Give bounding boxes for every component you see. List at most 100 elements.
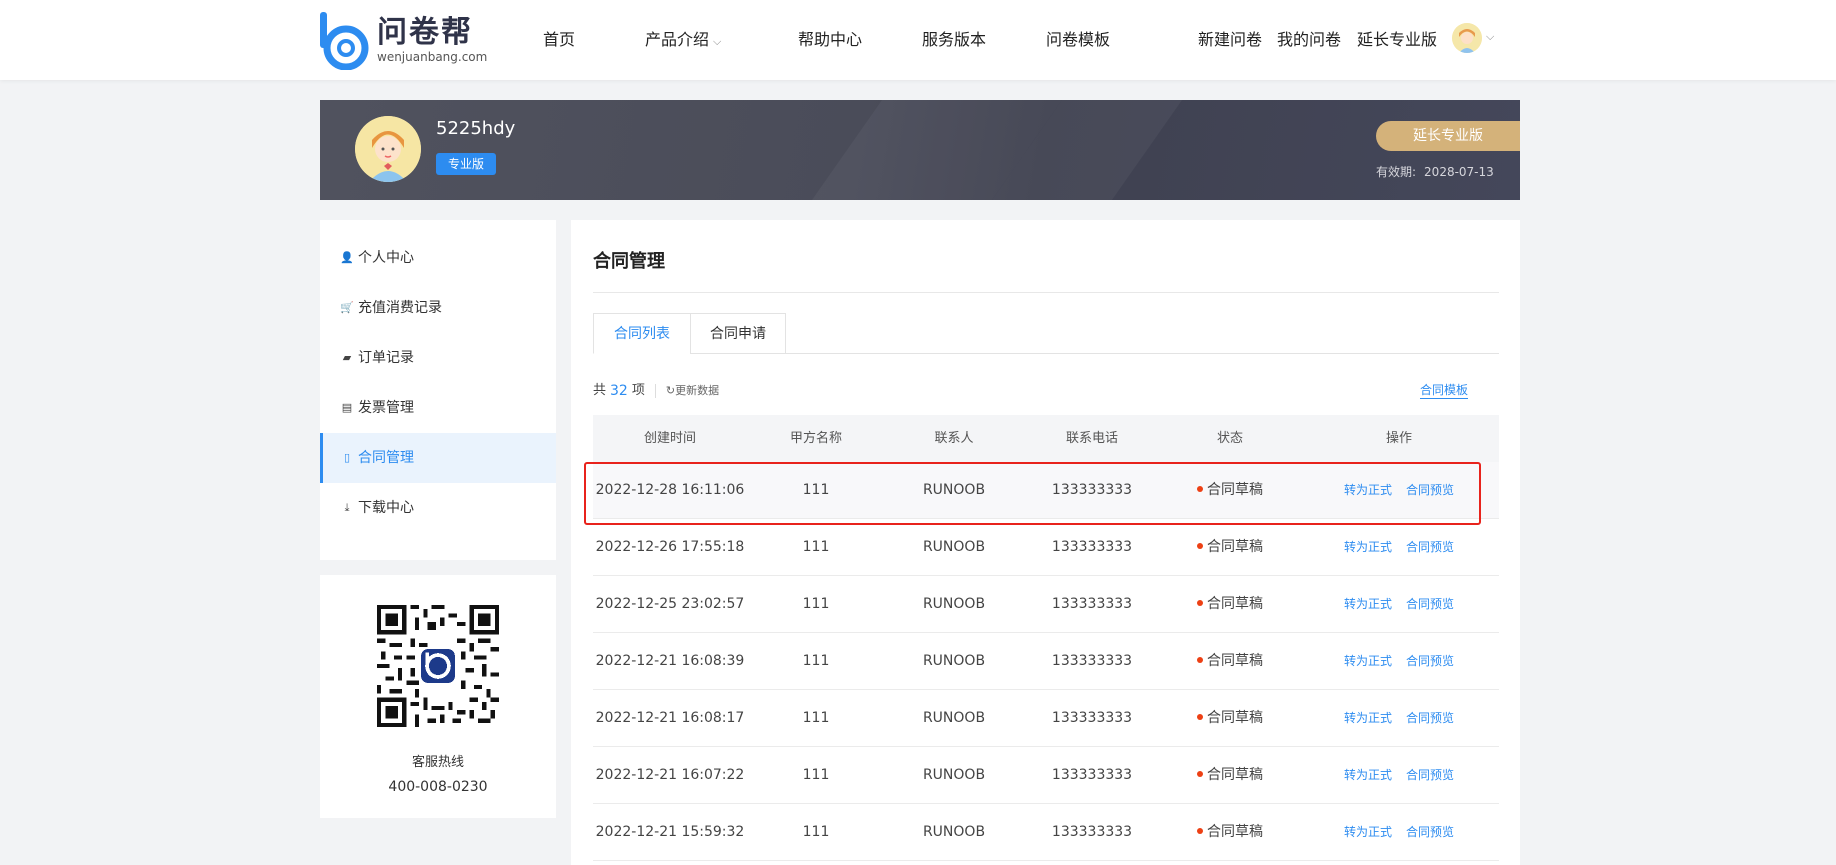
nav-versions[interactable]: 服务版本 [922,29,986,51]
contract-preview-link[interactable]: 合同预览 [1406,540,1454,554]
status-text: 合同草稿 [1207,539,1263,555]
refresh-icon: ↻ [665,384,676,397]
validity-label: 有效期: [1376,165,1417,179]
contract-preview-link[interactable]: 合同预览 [1406,483,1454,497]
chevron-down-icon: ⌵ [713,35,722,48]
convert-formal-link[interactable]: 转为正式 [1344,540,1392,554]
column-header: 创建时间 [643,431,696,446]
contract-preview-link[interactable]: 合同预览 [1406,768,1454,782]
cell-time: 2022-12-28 16:11:06 [595,482,745,498]
column-header: 状态 [1216,431,1243,446]
nav-templates[interactable]: 问卷模板 [1046,29,1110,51]
cell-phone: 133333333 [1051,710,1133,726]
sidebar-item-invoices[interactable]: ▤ 发票管理 [320,383,556,433]
validity-info: 有效期: 2028-07-13 [1376,164,1494,180]
table-row: 2022-12-21 16:08:17 111 RUNOOB 133333333 合同草… [593,690,1499,747]
tab-contract-list[interactable]: 合同列表 [593,313,691,354]
divider [593,292,1499,293]
table-row: 2022-12-21 16:08:39 111 RUNOOB 133333333 合同草… [593,633,1499,690]
pro-badge: 专业版 [436,153,496,175]
cell-phone: 133333333 [1051,539,1133,555]
user-icon: 👤 [340,251,354,264]
convert-formal-link[interactable]: 转为正式 [1344,711,1392,725]
cell-status: 合同草稿 [1161,633,1299,690]
table-toolbar: 共 32 项 ↻更新数据 [593,382,719,400]
column-header: 甲方名称 [789,431,842,446]
user-avatar[interactable] [1452,23,1482,53]
page-title: 合同管理 [593,251,665,272]
brand-name: 问卷帮 [377,15,473,50]
nav-home[interactable]: 首页 [543,29,575,51]
contract-preview-link[interactable]: 合同预览 [1406,711,1454,725]
cell-actions: 转为正式 合同预览 [1299,747,1499,804]
convert-formal-link[interactable]: 转为正式 [1344,597,1392,611]
refresh-button[interactable]: ↻更新数据 [666,382,719,400]
cell-party: 111 [802,653,830,669]
table-header: 创建时间 甲方名称 联系人 联系电话 状态 操作 [593,415,1499,462]
sidebar-item-recharge[interactable]: 🛒 充值消费记录 [320,283,556,333]
document-icon: ▯ [343,451,351,464]
customer-service-panel: 客服热线 400-008-0230 [320,575,556,818]
cell-phone: 133333333 [1051,767,1133,783]
nav-my-surveys[interactable]: 我的问卷 [1277,29,1341,51]
cell-status: 合同草稿 [1161,462,1299,519]
tab-contract-apply[interactable]: 合同申请 [690,313,786,354]
refresh-label: 更新数据 [675,384,720,397]
sidebar-item-contracts[interactable]: ▯ 合同管理 [320,433,556,483]
extend-pro-button[interactable]: 延长专业版 [1376,121,1520,151]
cell-actions: 转为正式 合同预览 [1299,690,1499,747]
convert-formal-link[interactable]: 转为正式 [1344,825,1392,839]
cell-actions: 转为正式 合同预览 [1299,462,1499,519]
sidebar-item-label: 下载中心 [358,500,414,516]
toolbar-separator [654,384,656,398]
column-header: 操作 [1385,431,1412,446]
convert-formal-link[interactable]: 转为正式 [1344,483,1392,497]
total-prefix: 共 [593,383,607,398]
cell-time: 2022-12-21 16:07:22 [595,767,745,783]
convert-formal-link[interactable]: 转为正式 [1344,768,1392,782]
contract-preview-link[interactable]: 合同预览 [1406,597,1454,611]
cell-time: 2022-12-21 16:08:17 [595,710,745,726]
cell-phone: 133333333 [1051,824,1133,840]
sidebar-item-label: 订单记录 [358,350,414,366]
cell-time: 2022-12-21 16:08:39 [595,653,745,669]
cell-party: 111 [802,824,830,840]
cell-actions: 转为正式 合同预览 [1299,576,1499,633]
status-dot-icon [1197,714,1203,720]
sidebar-item-downloads[interactable]: ⤓ 下载中心 [320,483,556,533]
sidebar-item-orders[interactable]: ▰ 订单记录 [320,333,556,383]
chevron-down-icon[interactable]: ⌵ [1486,30,1494,44]
convert-formal-link[interactable]: 转为正式 [1344,654,1392,668]
nav-new-survey[interactable]: 新建问卷 [1198,29,1262,51]
cell-actions: 转为正式 合同预览 [1299,633,1499,690]
status-text: 合同草稿 [1207,596,1263,612]
ticket-icon: ▰ [342,351,352,364]
sidebar: 👤 个人中心 🛒 充值消费记录 ▰ 订单记录 ▤ 发票管理 ▯ 合同管理 ⤓ 下… [320,220,556,560]
status-text: 合同草稿 [1207,710,1263,726]
status-dot-icon [1197,486,1203,492]
contract-preview-link[interactable]: 合同预览 [1406,654,1454,668]
sidebar-item-label: 合同管理 [358,450,414,466]
contract-preview-link[interactable]: 合同预览 [1406,825,1454,839]
brand-logo[interactable]: 问卷帮 wenjuanbang.com [319,10,488,71]
nav-products-label: 产品介绍 [645,30,710,49]
cell-status: 合同草稿 [1161,690,1299,747]
contract-template-link[interactable]: 合同模板 [1420,382,1469,399]
cell-party: 111 [802,710,830,726]
nav-products[interactable]: 产品介绍 ⌵ [645,29,721,53]
cell-time: 2022-12-26 17:55:18 [595,539,745,555]
hotline-title: 客服热线 [411,755,464,770]
status-dot-icon [1197,828,1203,834]
sidebar-item-label: 充值消费记录 [358,300,442,316]
nav-extend-pro[interactable]: 延长专业版 [1357,29,1437,51]
profile-banner: 5225hdy 专业版 延长专业版 有效期: 2028-07-13 [320,100,1520,200]
column-header: 联系人 [934,431,974,446]
nav-help[interactable]: 帮助中心 [798,29,862,51]
logo-mark-icon [319,10,371,71]
brand-domain: wenjuanbang.com [377,50,488,64]
status-dot-icon [1197,543,1203,549]
cell-status: 合同草稿 [1161,519,1299,576]
sidebar-item-profile[interactable]: 👤 个人中心 [320,233,556,283]
table-row: 2022-12-25 23:02:57 111 RUNOOB 133333333 合同草… [593,576,1499,633]
cell-party: 111 [802,539,830,555]
